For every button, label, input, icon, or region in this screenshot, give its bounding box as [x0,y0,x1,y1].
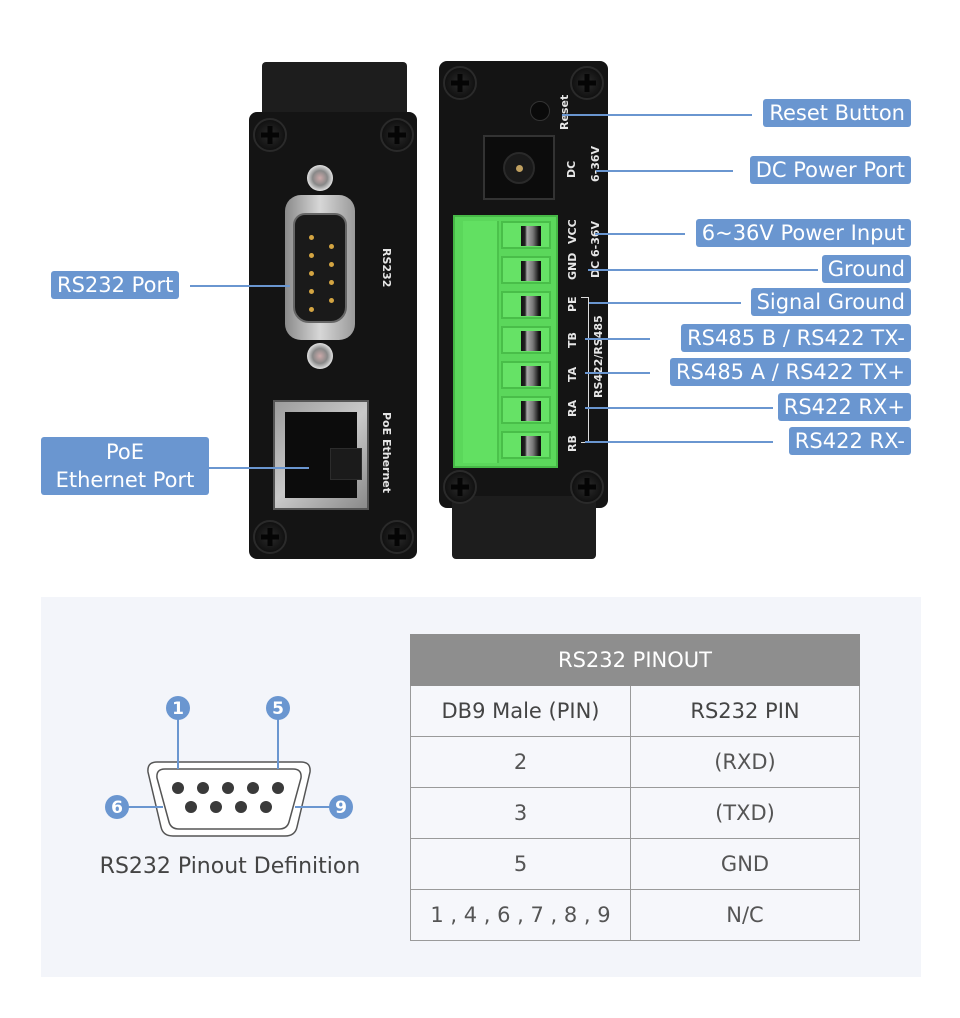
callout-rs232-port: RS232 Port [51,271,180,299]
leader-line [585,407,773,409]
screw-icon [253,118,287,152]
terminal-block [453,215,558,468]
callout-poe-ethernet-port: PoE Ethernet Port [41,437,209,495]
db9-pin-8 [235,801,247,813]
table-cell: GND [630,838,860,890]
pin-marker-9-label: 9 [335,798,347,818]
table-row: 3 (TXD) [410,787,860,839]
callout-signal-ground: Signal Ground [750,288,911,316]
gnd-silkscreen: GND [566,252,579,280]
poe-ethernet-silkscreen: PoE Ethernet [380,412,393,494]
callout-poe-line2: Ethernet Port [55,468,195,492]
leader-line [589,302,741,304]
reset-button-hole [530,101,550,121]
bus-bracket [581,297,589,443]
rs232-silkscreen: RS232 [380,248,393,288]
table-cell: 2 [410,736,631,788]
callout-rs422-rx-minus: RS422 RX- [788,427,911,455]
callout-rs485-a: RS485 A / RS422 TX+ [670,358,911,386]
leader-line [595,233,685,235]
callout-rs422-rx-plus: RS422 RX+ [777,393,911,421]
pinout-caption: RS232 Pinout Definition [99,854,361,879]
tb-silkscreen: TB [566,332,579,348]
db9-pin-9 [260,801,272,813]
db9-stud-bottom [307,343,333,369]
db9-inner-shell [156,768,302,830]
leader-line [585,338,650,340]
table-cell: (TXD) [630,787,860,839]
vcc-silkscreen: VCC [566,219,579,244]
db9-pin-5 [272,782,284,794]
ta-silkscreen: TA [566,366,579,382]
dc-power-jack [483,135,555,200]
ra-silkscreen: RA [566,400,579,417]
leader-line [588,269,818,271]
callout-power-input: 6~36V Power Input [695,219,911,247]
screw-icon [443,66,477,100]
callout-rs485-b: RS485 B / RS422 TX- [681,324,911,352]
db9-pin-4 [247,782,259,794]
leader-line [209,467,309,469]
pinout-table: RS232 PINOUT DB9 Male (PIN) RS232 PIN 2 … [410,634,860,941]
leader-line [562,114,752,116]
table-row: 1 , 4 , 6 , 7 , 8 , 9 N/C [410,889,860,941]
dc-silkscreen: DC [565,160,578,178]
screw-icon [253,520,287,554]
right-device-bottom-cap [452,496,596,559]
pin-marker-1-label: 1 [172,699,184,719]
table-cell: 3 [410,787,631,839]
db9-pin-3 [222,782,234,794]
leader-line [585,441,773,443]
rj45-ethernet-port [273,400,369,510]
screw-icon [443,470,477,504]
table-cell: 5 [410,838,631,890]
table-row: 5 GND [410,838,860,890]
db9-pin-2 [197,782,209,794]
table-row: 2 (RXD) [410,736,860,788]
leader-line [596,170,733,172]
callout-poe-line1: PoE [105,440,145,464]
pinout-table-header-db9: DB9 Male (PIN) [410,685,631,737]
callout-ground: Ground [821,255,911,283]
leader-line [585,372,650,374]
pinout-table-header-rs232: RS232 PIN [630,685,860,737]
db9-connector [285,165,355,375]
screw-icon [570,66,604,100]
bus-group-silkscreen: RS422/RS485 [592,315,605,398]
pin-marker-5-label: 5 [272,699,284,719]
db9-pin-6 [185,801,197,813]
screw-icon [380,118,414,152]
callout-dc-power-port: DC Power Port [749,156,911,184]
pin-marker-6-label: 6 [111,798,123,818]
dc-voltage-silkscreen: 6-36V [589,145,602,182]
table-cell: 1 , 4 , 6 , 7 , 8 , 9 [410,889,631,941]
screw-icon [380,520,414,554]
db9-pinout-diagram: 1 5 6 9 [105,696,353,837]
callout-reset-button: Reset Button [763,99,911,127]
table-cell: N/C [630,889,860,941]
screw-icon [570,470,604,504]
pe-silkscreen: PE [566,296,579,312]
table-cell: (RXD) [630,736,860,788]
db9-pin-7 [210,801,222,813]
db9-pin-1 [172,782,184,794]
leader-line [190,285,290,287]
rb-silkscreen: RB [566,435,579,452]
db9-stud-top [307,165,333,191]
reset-silkscreen: Reset [558,94,571,130]
pinout-table-title: RS232 PINOUT [410,634,860,686]
